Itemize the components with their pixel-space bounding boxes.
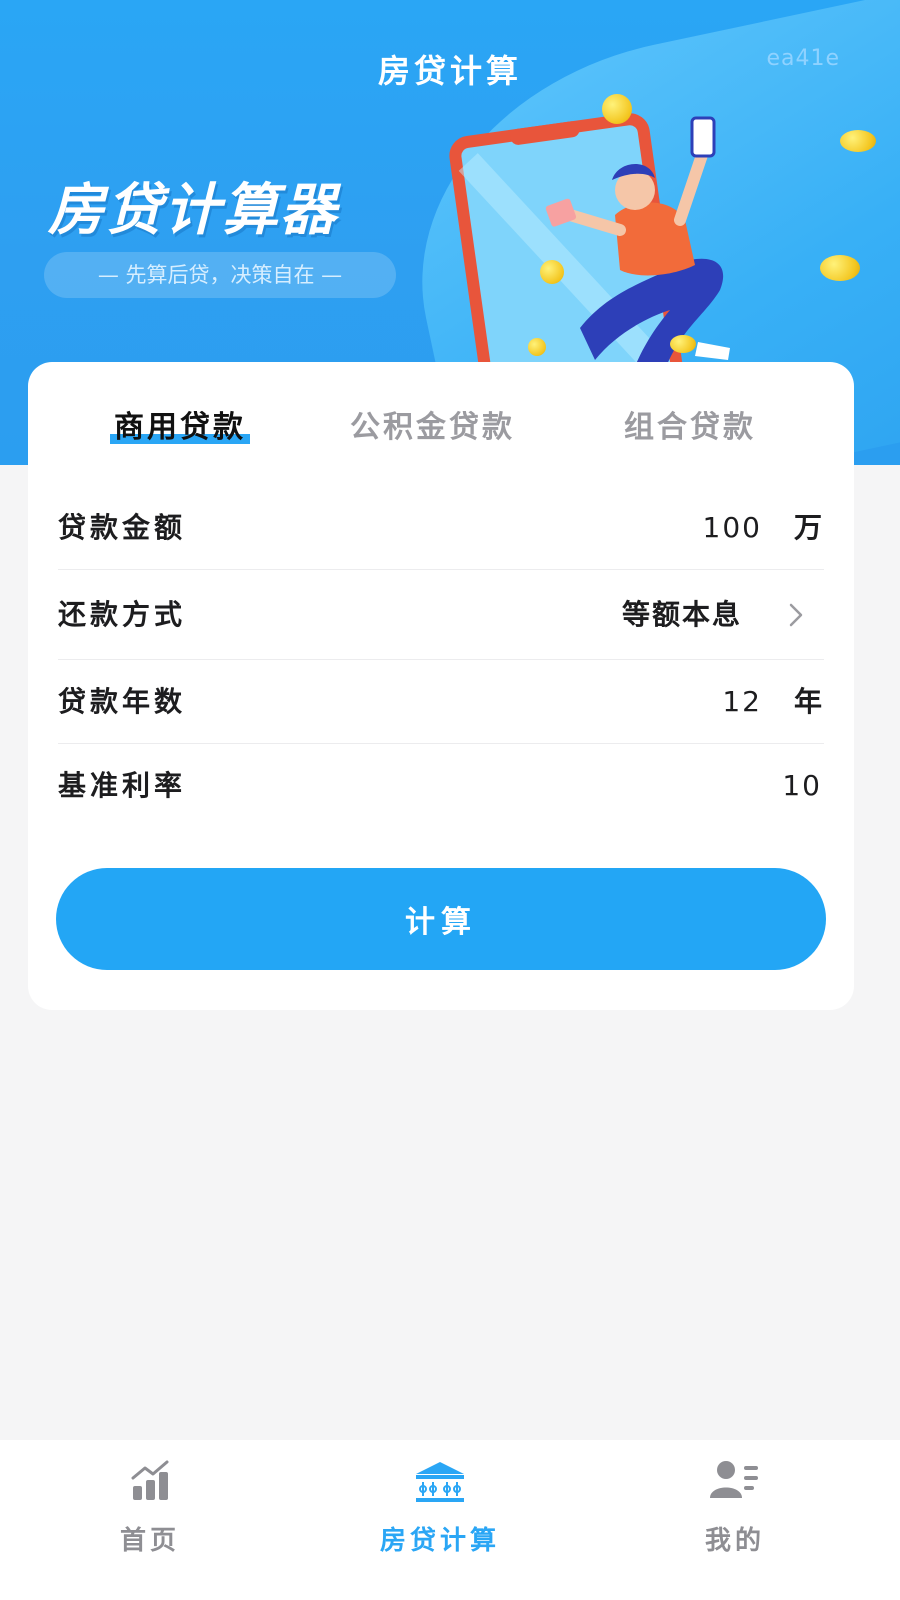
bank-icon [416,1462,464,1502]
tab-label: 组合贷款 [624,410,756,445]
watermark-text: ea41e [766,46,840,71]
user-list-icon [710,1461,758,1498]
repayment-method-label: 还款方式 [58,598,187,631]
coin-icon [528,338,546,356]
base-rate-input[interactable]: 10 [782,744,822,828]
tab-label: 商用贷款 [114,410,246,445]
bottom-nav: 首页 房贷计算 我的 [0,1440,900,1600]
coin-icon [540,260,564,284]
loan-years-input[interactable]: 12 [722,660,762,744]
hero-title: 房贷计算器 [48,178,338,243]
coin-icon [820,255,860,281]
nav-label: 首页 [119,1526,180,1556]
chart-icon [131,1460,169,1500]
calculator-card: 商用贷款 公积金贷款 组合贷款 贷款金额 100 万 还款方式 等额本息 贷款年… [28,362,854,1010]
loan-amount-unit: 万 [793,511,822,544]
calculate-button[interactable]: 计算 [56,868,826,970]
tab-commercial-loan[interactable]: 商用贷款 [110,402,250,446]
hero-illustration [440,80,900,436]
nav-item-home[interactable]: 首页 [0,1440,300,1600]
loan-amount-input[interactable]: 100 [703,486,762,570]
loan-years-label: 贷款年数 [58,685,187,718]
nav-item-mortgage-calc[interactable]: 房贷计算 [290,1440,590,1600]
tab-combined-loan[interactable]: 组合贷款 [624,402,756,446]
loan-years-unit: 年 [793,685,822,718]
tab-label: 公积金贷款 [350,410,515,445]
hero-subtitle: — 先算后贷，决策自在 — [44,252,396,298]
loan-amount-label: 贷款金额 [58,511,187,544]
chevron-right-icon[interactable] [782,601,810,629]
loan-amount-row[interactable]: 贷款金额 100 万 [58,486,824,570]
base-rate-label: 基准利率 [58,769,187,802]
coin-icon [670,335,696,353]
nav-label: 房贷计算 [379,1526,500,1556]
tab-provident-fund-loan[interactable]: 公积金贷款 [350,402,515,446]
coin-icon [840,130,876,152]
nav-item-profile[interactable]: 我的 [585,1440,885,1600]
coin-icon [602,94,632,124]
page-title: 房贷计算 [377,52,522,90]
nav-label: 我的 [704,1526,765,1556]
base-rate-row[interactable]: 基准利率 10 [58,744,824,828]
loan-years-row[interactable]: 贷款年数 12 年 [58,660,824,744]
repayment-method-row[interactable]: 还款方式 等额本息 [58,570,824,660]
loan-type-tabs: 商用贷款 公积金贷款 组合贷款 [28,402,854,462]
phone-person-illustration [449,113,730,436]
repayment-method-value[interactable]: 等额本息 [622,570,742,660]
